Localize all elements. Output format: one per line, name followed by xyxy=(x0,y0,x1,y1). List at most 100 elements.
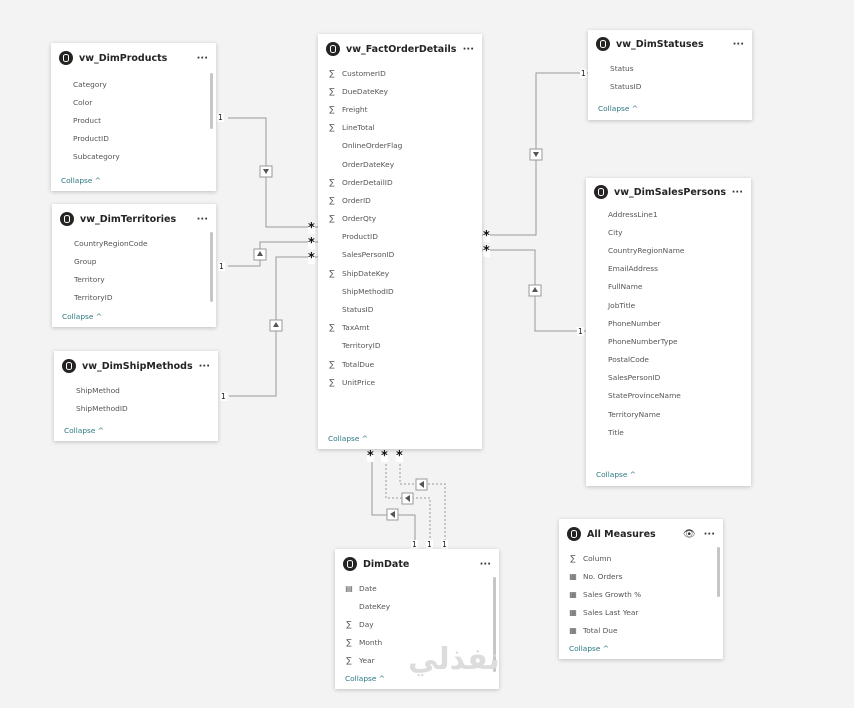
field-name: Product xyxy=(73,115,102,125)
field-name: CustomerID xyxy=(342,68,386,78)
collapse-button[interactable]: Collapse ^ xyxy=(51,176,101,185)
field-row[interactable]: ▦ No. Orders xyxy=(559,567,723,585)
table-title[interactable]: vw_DimStatuses xyxy=(616,39,733,50)
more-options-icon[interactable]: ··· xyxy=(704,529,715,540)
collapse-button[interactable]: Collapse ^ xyxy=(586,470,636,479)
field-row[interactable]: ∑ OrderID xyxy=(318,191,482,209)
more-options-icon[interactable]: ··· xyxy=(463,44,474,55)
collapse-button[interactable]: Collapse ^ xyxy=(559,644,609,653)
table-card-territories[interactable]: vw_DimTerritories ··· CountryRegionCode G… xyxy=(52,204,216,327)
collapse-button[interactable]: Collapse ^ xyxy=(52,312,102,321)
field-row[interactable]: ShipMethod xyxy=(54,381,218,399)
field-row[interactable]: ∑ Column xyxy=(559,549,723,567)
field-row[interactable]: ▦ Sales Last Year xyxy=(559,604,723,622)
table-title[interactable]: vw_DimShipMethods xyxy=(82,361,199,372)
sigma-icon: ∑ xyxy=(329,377,335,387)
field-row[interactable]: ShipMethodID xyxy=(54,399,218,417)
field-row[interactable]: ▦ Total Due xyxy=(559,622,723,640)
field-row[interactable]: ·StatusID xyxy=(318,300,482,318)
field-name: OrderDetailID xyxy=(342,177,393,187)
field-row[interactable]: StatusID xyxy=(588,77,752,95)
scrollbar[interactable] xyxy=(210,73,213,129)
scrollbar[interactable] xyxy=(717,547,720,597)
field-row[interactable]: ·ShipMethodID xyxy=(318,282,482,300)
field-row[interactable]: ·DateKey xyxy=(335,597,499,615)
field-row[interactable]: PostalCode xyxy=(586,351,751,369)
field-row[interactable]: ∑ UnitPrice xyxy=(318,373,482,391)
field-row[interactable]: ∑ DueDateKey xyxy=(318,82,482,100)
field-row[interactable]: Product xyxy=(51,111,216,129)
field-row[interactable]: Group xyxy=(52,252,216,270)
field-row[interactable]: EmailAddress xyxy=(586,260,751,278)
eye-icon[interactable]: 👁 xyxy=(683,529,696,540)
field-row[interactable]: FullName xyxy=(586,278,751,296)
field-name: PhoneNumber xyxy=(608,318,661,328)
collapse-button[interactable]: Collapse ^ xyxy=(335,674,385,683)
table-title[interactable]: vw_FactOrderDetails xyxy=(346,44,463,55)
field-row[interactable]: Category xyxy=(51,75,216,93)
field-row[interactable]: ∑ OrderDetailID xyxy=(318,173,482,191)
table-title[interactable]: DimDate xyxy=(363,559,480,570)
calculator-icon: ▦ xyxy=(569,589,577,599)
cardinality-one: 1 xyxy=(220,392,227,401)
more-options-icon[interactable]: ··· xyxy=(480,559,491,570)
table-title[interactable]: All Measures xyxy=(587,529,683,540)
cardinality-one: 1 xyxy=(426,540,433,549)
field-row[interactable]: AddressLine1 xyxy=(586,205,751,223)
table-card-all-measures[interactable]: All Measures 👁 ··· ∑ Column ▦ No. Orders ▦ Sa… xyxy=(559,519,723,659)
cardinality-one: 1 xyxy=(217,113,224,122)
table-card-salespersons[interactable]: vw_DimSalesPersons ··· AddressLine1 City C… xyxy=(586,178,751,486)
more-options-icon[interactable]: ··· xyxy=(197,53,208,64)
field-row[interactable]: ∑ OrderQty xyxy=(318,210,482,228)
field-row[interactable]: PhoneNumber xyxy=(586,314,751,332)
field-row[interactable]: ·OnlineOrderFlag xyxy=(318,137,482,155)
table-card-statuses[interactable]: vw_DimStatuses ··· Status StatusID Collap… xyxy=(588,30,752,120)
table-title[interactable]: vw_DimSalesPersons xyxy=(614,187,732,198)
scrollbar[interactable] xyxy=(210,232,213,302)
field-row[interactable]: ∑ Day xyxy=(335,615,499,633)
more-options-icon[interactable]: ··· xyxy=(732,187,743,198)
field-row[interactable]: ·SalesPersonID xyxy=(318,246,482,264)
field-name: Freight xyxy=(342,104,368,114)
collapse-button[interactable]: Collapse ^ xyxy=(588,104,638,113)
field-row[interactable]: Status xyxy=(588,59,752,77)
table-title[interactable]: vw_DimTerritories xyxy=(80,214,197,225)
collapse-button[interactable]: Collapse ^ xyxy=(318,434,368,443)
field-row[interactable]: Territory xyxy=(52,270,216,288)
table-card-shipmethods[interactable]: vw_DimShipMethods ··· ShipMethod ShipMeth… xyxy=(54,351,218,441)
more-options-icon[interactable]: ··· xyxy=(199,361,210,372)
field-row[interactable]: ▦ Sales Growth % xyxy=(559,585,723,603)
field-name: StateProvinceName xyxy=(608,391,681,401)
field-row[interactable]: ∑ ShipDateKey xyxy=(318,264,482,282)
field-row[interactable]: Subcategory xyxy=(51,148,216,166)
field-row[interactable]: ▤ Date xyxy=(335,579,499,597)
field-row[interactable]: ∑ CustomerID xyxy=(318,64,482,82)
field-row[interactable]: ProductID xyxy=(51,130,216,148)
field-row[interactable]: Color xyxy=(51,93,216,111)
field-row[interactable]: TerritoryID xyxy=(52,289,216,307)
collapse-button[interactable]: Collapse ^ xyxy=(54,426,104,435)
field-row[interactable]: ∑ TaxAmt xyxy=(318,319,482,337)
field-row[interactable]: ∑ Freight xyxy=(318,100,482,118)
field-row[interactable]: SalesPersonID xyxy=(586,369,751,387)
more-options-icon[interactable]: ··· xyxy=(197,214,208,225)
field-row[interactable]: CountryRegionName xyxy=(586,241,751,259)
field-row[interactable]: TerritoryName xyxy=(586,405,751,423)
sigma-icon: ∑ xyxy=(570,553,576,563)
field-row[interactable]: ∑ LineTotal xyxy=(318,119,482,137)
table-card-products[interactable]: vw_DimProducts ··· Category Color Product P… xyxy=(51,43,216,191)
field-row[interactable]: PhoneNumberType xyxy=(586,332,751,350)
more-options-icon[interactable]: ··· xyxy=(733,39,744,50)
field-row[interactable]: ∑ TotalDue xyxy=(318,355,482,373)
field-row[interactable]: CountryRegionCode xyxy=(52,234,216,252)
table-card-fact-order-details[interactable]: vw_FactOrderDetails ··· ∑ CustomerID ∑ DueD… xyxy=(318,34,482,449)
table-title[interactable]: vw_DimProducts xyxy=(79,53,197,64)
field-row[interactable]: JobTitle xyxy=(586,296,751,314)
field-row[interactable]: ·ProductID xyxy=(318,228,482,246)
field-row[interactable]: StateProvinceName xyxy=(586,387,751,405)
field-row[interactable]: City xyxy=(586,223,751,241)
field-name: Sales Growth % xyxy=(583,589,642,599)
field-row[interactable]: ·OrderDateKey xyxy=(318,155,482,173)
field-row[interactable]: ·TerritoryID xyxy=(318,337,482,355)
field-row[interactable]: Title xyxy=(586,423,751,441)
